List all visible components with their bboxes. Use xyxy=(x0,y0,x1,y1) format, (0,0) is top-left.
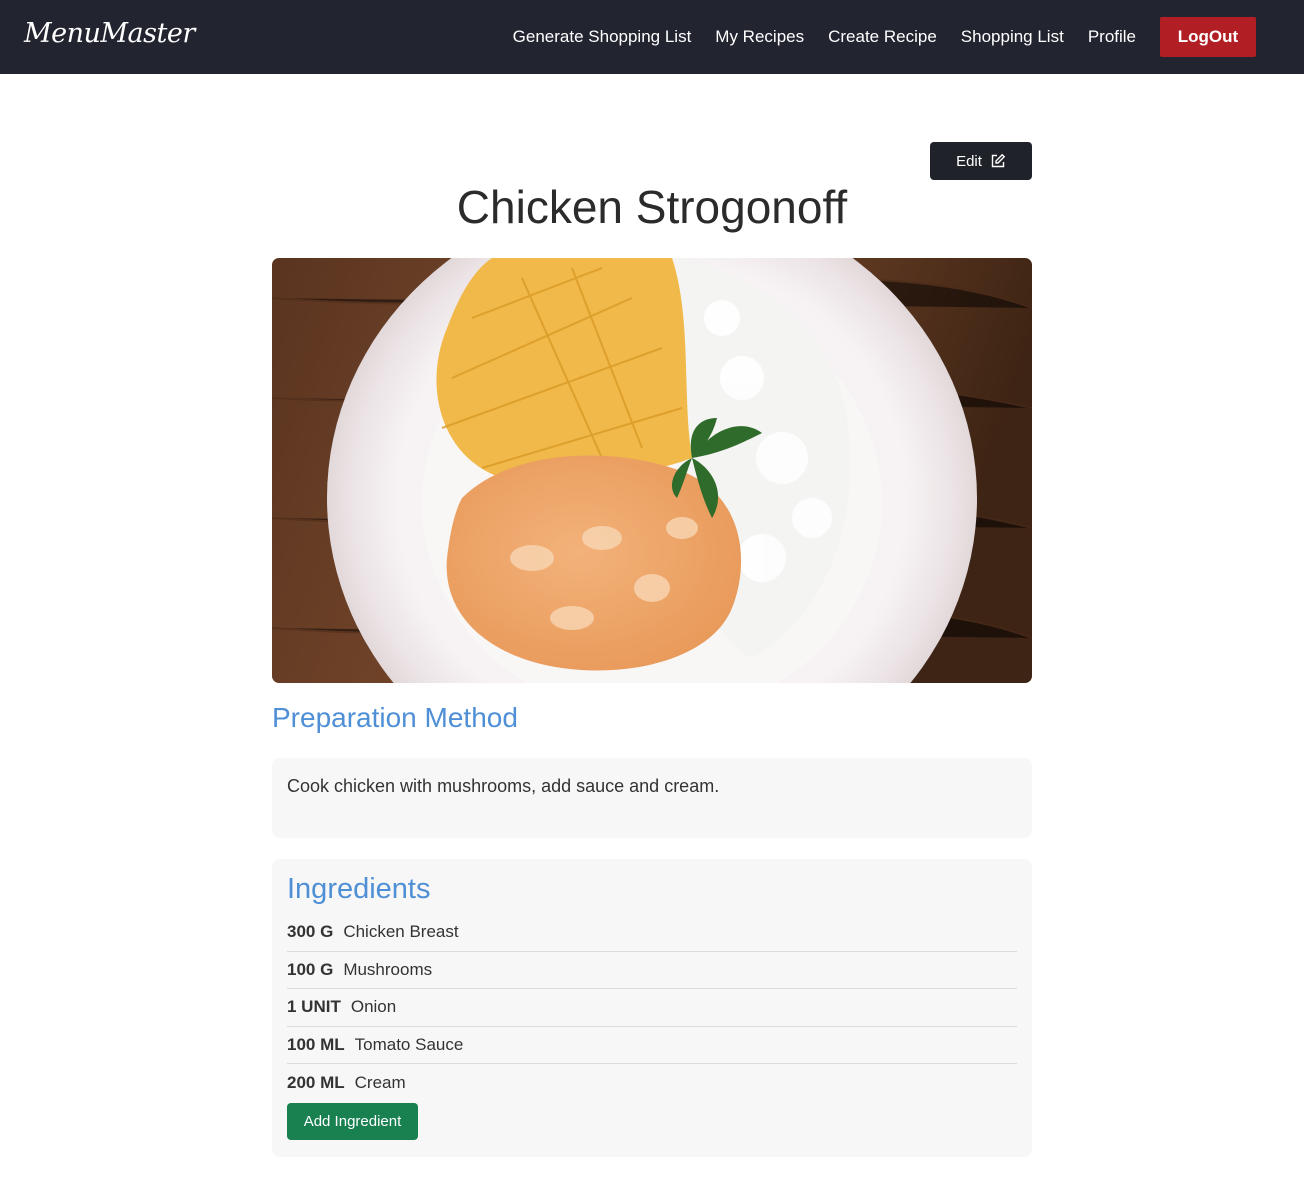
nav-generate-shopping-list[interactable]: Generate Shopping List xyxy=(513,17,692,57)
ingredient-name: Tomato Sauce xyxy=(354,1034,464,1054)
recipe-title: Chicken Strogonoff xyxy=(456,181,848,233)
nav-create-recipe[interactable]: Create Recipe xyxy=(828,17,937,57)
nav-shopping-list[interactable]: Shopping List xyxy=(961,17,1064,57)
ingredient-name: Onion xyxy=(350,997,397,1017)
navbar: MenuMaster Generate Shopping List My Rec… xyxy=(0,0,1304,74)
ingredient-row: 200 ML Cream xyxy=(287,1064,1017,1102)
ingredient-row: 100 G Mushrooms xyxy=(287,952,1017,989)
ingredient-row: 1 UNIT Onion xyxy=(287,989,1017,1027)
ingredient-qty: 1 UNIT xyxy=(287,997,341,1017)
edit-button[interactable]: Edit xyxy=(930,142,1032,180)
recipe-image xyxy=(272,258,1032,683)
ingredient-qty: 300 G xyxy=(287,922,334,942)
nav-my-recipes[interactable]: My Recipes xyxy=(715,17,804,57)
ingredient-qty: 200 ML xyxy=(287,1072,345,1092)
ingredient-row: 300 G Chicken Breast xyxy=(287,914,1017,952)
ingredient-qty: 100 G xyxy=(287,959,334,979)
ingredient-name: Mushrooms xyxy=(343,959,433,979)
preparation-heading: Preparation Method xyxy=(272,702,518,733)
ingredient-name: Chicken Breast xyxy=(343,922,459,942)
edit-icon xyxy=(991,153,1006,168)
preparation-text: Cook chicken with mushrooms, add sauce a… xyxy=(287,776,720,796)
logout-button[interactable]: LogOut xyxy=(1160,17,1256,57)
ingredient-name: Cream xyxy=(354,1072,406,1092)
nav-profile[interactable]: Profile xyxy=(1088,17,1136,57)
ingredients-card: Ingredients 300 G Chicken Breast 100 G M… xyxy=(272,859,1032,1157)
preparation-card: Cook chicken with mushrooms, add sauce a… xyxy=(272,758,1032,838)
brand-logo[interactable]: MenuMaster xyxy=(24,18,195,49)
ingredient-qty: 100 ML xyxy=(287,1034,345,1054)
ingredients-heading: Ingredients xyxy=(287,873,431,905)
ingredient-row: 100 ML Tomato Sauce xyxy=(287,1027,1017,1064)
add-ingredient-button[interactable]: Add Ingredient xyxy=(287,1102,418,1140)
nav-links: Generate Shopping List My Recipes Create… xyxy=(489,17,1256,57)
edit-button-label: Edit xyxy=(956,152,982,170)
